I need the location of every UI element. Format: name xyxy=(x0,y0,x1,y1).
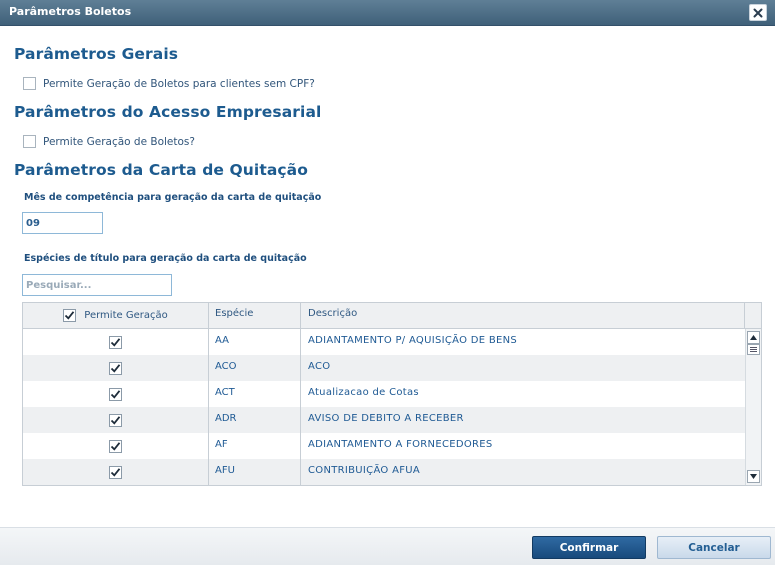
dialog-title: Parâmetros Boletos xyxy=(9,5,132,18)
column-header-descricao[interactable]: Descrição xyxy=(301,303,745,328)
check-icon xyxy=(110,363,121,373)
cell-descricao: CONTRIBUIÇÃO AFUA xyxy=(308,465,421,476)
cell-especie: AA xyxy=(209,329,301,355)
arrow-up-icon xyxy=(750,335,757,340)
cell-especie: AFU xyxy=(209,459,301,485)
scroll-up-button[interactable] xyxy=(747,331,760,344)
check-icon xyxy=(65,311,75,320)
gerais-checkbox-label: Permite Geração de Boletos para clientes… xyxy=(43,77,315,90)
check-icon xyxy=(110,415,121,425)
table-row[interactable]: AA ADIANTAMENTO P/ AQUISIÇÃO DE BENS xyxy=(23,329,745,355)
cell-especie: AF xyxy=(209,433,301,459)
cell-descricao: Atualizacao de Cotas xyxy=(308,387,419,398)
table-scrollbar[interactable] xyxy=(745,329,761,485)
cell-especie: ADR xyxy=(209,407,301,433)
acesso-checkbox-row[interactable]: Permite Geração de Boletos? xyxy=(23,135,195,148)
column-header-label: Permite Geração xyxy=(84,310,168,321)
row-checkbox[interactable] xyxy=(109,413,122,427)
arrow-down-icon xyxy=(750,474,757,479)
row-checkbox[interactable] xyxy=(109,465,122,479)
check-icon xyxy=(110,467,121,477)
row-checkbox[interactable] xyxy=(109,439,122,453)
scroll-thumb[interactable] xyxy=(747,344,760,355)
cell-especie: ACT xyxy=(209,381,301,407)
cancel-button[interactable]: Cancelar xyxy=(657,536,771,559)
confirm-button[interactable]: Confirmar xyxy=(532,536,646,559)
row-checkbox[interactable] xyxy=(109,335,122,349)
close-button[interactable] xyxy=(749,4,767,21)
acesso-checkbox[interactable] xyxy=(23,135,36,148)
row-checkbox[interactable] xyxy=(109,361,122,375)
select-all-checkbox[interactable] xyxy=(63,309,77,322)
table-row[interactable]: ACO ACO xyxy=(23,355,745,381)
month-label: Mês de competência para geração da carta… xyxy=(24,192,322,203)
column-header-especie[interactable]: Espécie xyxy=(209,303,301,328)
species-label: Espécies de título para geração da carta… xyxy=(24,253,307,264)
section-title-carta: Parâmetros da Carta de Quitação xyxy=(14,161,308,179)
cell-especie: ACO xyxy=(209,355,301,381)
check-icon xyxy=(110,337,121,347)
cell-descricao: ACO xyxy=(308,361,331,372)
table-body: AA ADIANTAMENTO P/ AQUISIÇÃO DE BENS ACO… xyxy=(23,329,745,485)
column-header-spacer xyxy=(745,303,761,328)
table-row[interactable]: AFU CONTRIBUIÇÃO AFUA xyxy=(23,459,745,485)
gerais-checkbox-row[interactable]: Permite Geração de Boletos para clientes… xyxy=(23,77,315,90)
table-row[interactable]: ACT Atualizacao de Cotas xyxy=(23,381,745,407)
check-icon xyxy=(110,389,121,399)
cell-descricao: ADIANTAMENTO P/ AQUISIÇÃO DE BENS xyxy=(308,335,518,346)
search-input[interactable] xyxy=(22,274,172,296)
section-title-acesso: Parâmetros do Acesso Empresarial xyxy=(14,103,322,121)
row-checkbox[interactable] xyxy=(109,387,122,401)
gerais-checkbox[interactable] xyxy=(23,77,36,90)
acesso-checkbox-label: Permite Geração de Boletos? xyxy=(43,135,195,148)
cell-descricao: ADIANTAMENTO A FORNECEDORES xyxy=(308,439,493,450)
section-title-gerais: Parâmetros Gerais xyxy=(14,45,179,63)
table-row[interactable]: ADR AVISO DE DEBITO A RECEBER xyxy=(23,407,745,433)
table-header: Permite Geração Espécie Descrição xyxy=(23,303,761,329)
dialog-titlebar: Parâmetros Boletos xyxy=(0,0,775,26)
table-row[interactable]: AF ADIANTAMENTO A FORNECEDORES xyxy=(23,433,745,459)
dialog-footer: Confirmar Cancelar xyxy=(0,527,775,565)
check-icon xyxy=(110,441,121,451)
scroll-down-button[interactable] xyxy=(747,470,760,483)
species-table: Permite Geração Espécie Descrição AA ADI… xyxy=(22,302,762,486)
month-input[interactable] xyxy=(22,212,103,234)
column-header-permite[interactable]: Permite Geração xyxy=(23,303,209,328)
close-icon xyxy=(753,8,763,17)
cell-descricao: AVISO DE DEBITO A RECEBER xyxy=(308,413,464,424)
